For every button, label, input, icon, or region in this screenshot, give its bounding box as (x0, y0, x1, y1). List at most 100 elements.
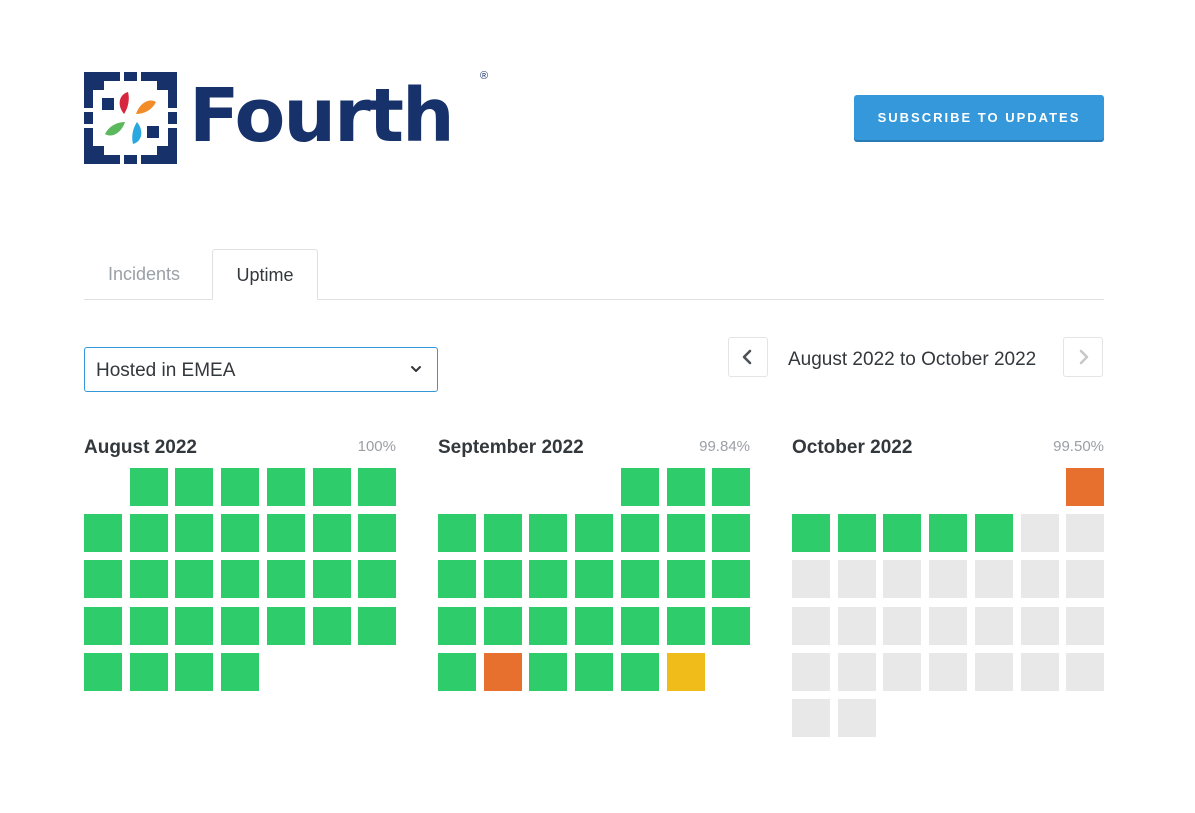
day-cell-20[interactable] (358, 560, 396, 598)
day-cell-16[interactable] (667, 560, 705, 598)
subscribe-button[interactable]: SUBSCRIBE TO UPDATES (854, 95, 1104, 140)
day-cell-27[interactable] (529, 653, 567, 691)
day-cell-20[interactable] (529, 607, 567, 645)
day-cell-19[interactable] (313, 560, 351, 598)
day-cell-11[interactable] (267, 514, 305, 552)
day-cell-20[interactable] (975, 607, 1013, 645)
day-cell-30[interactable] (667, 653, 705, 691)
day-cell-26[interactable] (929, 653, 967, 691)
day-cell-1[interactable] (1066, 468, 1104, 506)
previous-range-button[interactable] (728, 337, 768, 377)
day-cell-17[interactable] (712, 560, 750, 598)
day-cell-13[interactable] (975, 560, 1013, 598)
day-cell-2[interactable] (792, 514, 830, 552)
day-cell-19[interactable] (929, 607, 967, 645)
day-cell-24[interactable] (221, 607, 259, 645)
day-cell-31[interactable] (221, 653, 259, 691)
day-cell-15[interactable] (1066, 560, 1104, 598)
tab-incidents[interactable]: Incidents (84, 249, 204, 298)
day-cell-7[interactable] (84, 514, 122, 552)
day-cell-14[interactable] (1021, 560, 1059, 598)
day-cell-17[interactable] (221, 560, 259, 598)
day-cell-3[interactable] (838, 514, 876, 552)
day-cell-5[interactable] (484, 514, 522, 552)
day-cell-21[interactable] (1021, 607, 1059, 645)
day-cell-2[interactable] (667, 468, 705, 506)
day-cell-26[interactable] (484, 653, 522, 691)
day-cell-1[interactable] (130, 468, 168, 506)
day-cell-3[interactable] (221, 468, 259, 506)
day-cell-23[interactable] (792, 653, 830, 691)
day-cell-6[interactable] (529, 514, 567, 552)
day-cell-5[interactable] (929, 514, 967, 552)
day-cell-27[interactable] (975, 653, 1013, 691)
chevron-right-icon (1079, 349, 1089, 365)
day-cell-22[interactable] (621, 607, 659, 645)
day-cell-13[interactable] (358, 514, 396, 552)
day-cell-18[interactable] (267, 560, 305, 598)
day-cell-28[interactable] (1021, 653, 1059, 691)
day-cell-24[interactable] (838, 653, 876, 691)
day-cell-17[interactable] (838, 607, 876, 645)
day-cell-4[interactable] (438, 514, 476, 552)
day-cell-24[interactable] (712, 607, 750, 645)
day-cell-8[interactable] (621, 514, 659, 552)
day-cell-14[interactable] (575, 560, 613, 598)
day-cell-11[interactable] (438, 560, 476, 598)
day-cell-25[interactable] (883, 653, 921, 691)
day-cell-23[interactable] (667, 607, 705, 645)
tab-uptime[interactable]: Uptime (212, 249, 318, 300)
day-cell-11[interactable] (883, 560, 921, 598)
day-cell-27[interactable] (358, 607, 396, 645)
day-cell-30[interactable] (792, 699, 830, 737)
next-range-button[interactable] (1063, 337, 1103, 377)
day-cell-8[interactable] (130, 514, 168, 552)
day-cell-3[interactable] (712, 468, 750, 506)
day-cell-10[interactable] (221, 514, 259, 552)
fourth-logo[interactable]: Fourth (84, 72, 494, 164)
day-cell-29[interactable] (1066, 653, 1104, 691)
day-cell-1[interactable] (621, 468, 659, 506)
day-cell-12[interactable] (929, 560, 967, 598)
day-cell-18[interactable] (438, 607, 476, 645)
day-cell-6[interactable] (358, 468, 396, 506)
day-cell-25[interactable] (267, 607, 305, 645)
day-cell-29[interactable] (130, 653, 168, 691)
day-cell-31[interactable] (838, 699, 876, 737)
day-cell-22[interactable] (1066, 607, 1104, 645)
day-cell-28[interactable] (84, 653, 122, 691)
day-cell-30[interactable] (175, 653, 213, 691)
day-cell-12[interactable] (484, 560, 522, 598)
day-cell-22[interactable] (130, 607, 168, 645)
day-cell-19[interactable] (484, 607, 522, 645)
day-cell-15[interactable] (130, 560, 168, 598)
day-cell-4[interactable] (267, 468, 305, 506)
day-cell-14[interactable] (84, 560, 122, 598)
day-cell-13[interactable] (529, 560, 567, 598)
day-cell-9[interactable] (175, 514, 213, 552)
day-cell-23[interactable] (175, 607, 213, 645)
day-cell-2[interactable] (175, 468, 213, 506)
day-cell-28[interactable] (575, 653, 613, 691)
day-cell-7[interactable] (575, 514, 613, 552)
component-select[interactable]: Hosted in EMEA (84, 347, 438, 392)
day-cell-4[interactable] (883, 514, 921, 552)
day-cell-12[interactable] (313, 514, 351, 552)
day-cell-8[interactable] (1066, 514, 1104, 552)
day-cell-29[interactable] (621, 653, 659, 691)
day-cell-6[interactable] (975, 514, 1013, 552)
day-cell-9[interactable] (667, 514, 705, 552)
day-cell-5[interactable] (313, 468, 351, 506)
day-cell-15[interactable] (621, 560, 659, 598)
day-cell-21[interactable] (84, 607, 122, 645)
day-cell-21[interactable] (575, 607, 613, 645)
day-cell-25[interactable] (438, 653, 476, 691)
day-cell-9[interactable] (792, 560, 830, 598)
day-cell-16[interactable] (175, 560, 213, 598)
day-cell-18[interactable] (883, 607, 921, 645)
day-cell-26[interactable] (313, 607, 351, 645)
day-cell-10[interactable] (712, 514, 750, 552)
day-cell-10[interactable] (838, 560, 876, 598)
day-cell-7[interactable] (1021, 514, 1059, 552)
day-cell-16[interactable] (792, 607, 830, 645)
